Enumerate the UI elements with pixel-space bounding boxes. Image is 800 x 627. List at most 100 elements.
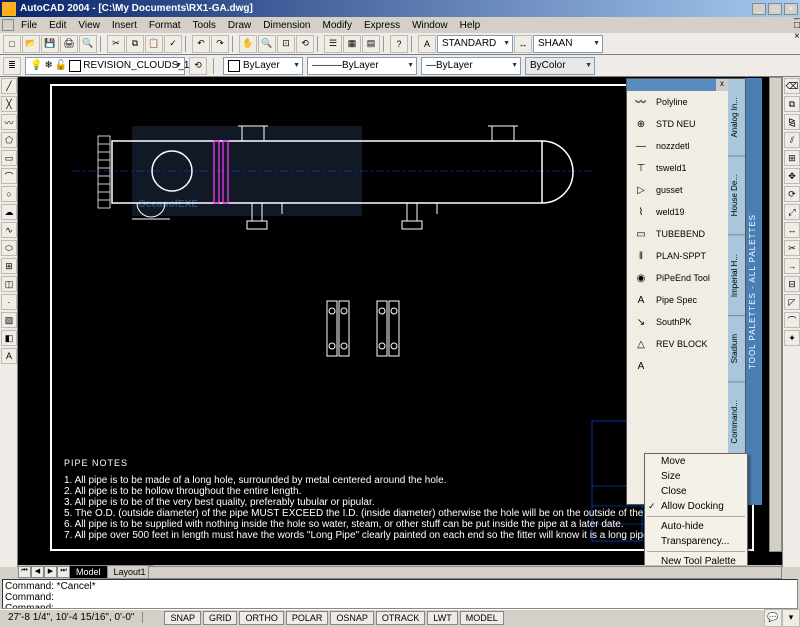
zoom-prev-icon[interactable]: ⟲	[296, 35, 314, 53]
context-menu-item[interactable]: Close	[645, 484, 747, 499]
polygon-icon[interactable]: ⬠	[1, 132, 17, 148]
palette-item[interactable]: 〰️Polyline	[627, 91, 728, 113]
mirror-icon[interactable]: ⧎	[784, 114, 800, 130]
context-menu-item[interactable]: Transparency...	[645, 534, 747, 549]
break-icon[interactable]: ⊟	[784, 276, 800, 292]
palette-item[interactable]: A	[627, 355, 728, 377]
model-tab[interactable]: Model	[69, 565, 108, 579]
props-icon[interactable]: ☰	[324, 35, 342, 53]
minimize-button[interactable]: _	[752, 3, 766, 15]
palette-item[interactable]: ◉PiPeEnd Tool	[627, 267, 728, 289]
erase-icon[interactable]: ⌫	[784, 78, 800, 94]
palette-item[interactable]: ⊤tsweld1	[627, 157, 728, 179]
save-icon[interactable]: 💾	[41, 35, 59, 53]
doc-icon[interactable]	[2, 19, 14, 31]
drawing-area[interactable]: OceanofEXE	[18, 77, 782, 565]
status-toggle-osnap[interactable]: OSNAP	[330, 611, 374, 625]
palette-tab[interactable]: Analog In...	[728, 79, 745, 156]
copy-icon[interactable]: ⧉	[126, 35, 144, 53]
explode-icon[interactable]: ✦	[784, 330, 800, 346]
maximize-button[interactable]: □	[768, 3, 782, 15]
insert-icon[interactable]: ⊞	[1, 258, 17, 274]
context-menu-item[interactable]: Auto-hide	[645, 519, 747, 534]
lineweight-select[interactable]: — ByLayer	[421, 57, 521, 75]
revcloud-icon[interactable]: ☁	[1, 204, 17, 220]
text-icon[interactable]: A	[1, 348, 17, 364]
plotstyle-select[interactable]: ByColor	[525, 57, 595, 75]
xline-icon[interactable]: ╳	[1, 96, 17, 112]
context-menu-item[interactable]: Allow Docking	[645, 499, 747, 514]
horizontal-scrollbar[interactable]	[148, 566, 782, 579]
region-icon[interactable]: ◧	[1, 330, 17, 346]
palette-item[interactable]: △REV BLOCK	[627, 333, 728, 355]
trim-icon[interactable]: ✂	[784, 240, 800, 256]
comm-icon[interactable]: 💬	[764, 609, 782, 627]
paste-icon[interactable]: 📋	[145, 35, 163, 53]
menu-format[interactable]: Format	[144, 19, 186, 32]
palette-tab[interactable]: Imperial H...	[728, 236, 745, 316]
pan-icon[interactable]: ✋	[239, 35, 257, 53]
doc-minimize-button[interactable]: _	[794, 9, 800, 20]
rotate-icon[interactable]: ⟳	[784, 186, 800, 202]
status-toggle-otrack[interactable]: OTRACK	[376, 611, 426, 625]
palette-tab[interactable]: Command...	[728, 382, 745, 463]
palette-item[interactable]: ‖PLAN-SPPT	[627, 245, 728, 267]
doc-maximize-button[interactable]: □	[794, 20, 800, 31]
palette-item[interactable]: —nozzdetl	[627, 135, 728, 157]
vertical-scrollbar[interactable]	[769, 77, 782, 552]
layer-prev-icon[interactable]: ⟲	[189, 57, 207, 75]
array-icon[interactable]: ⊞	[784, 150, 800, 166]
status-toggle-snap[interactable]: SNAP	[164, 611, 201, 625]
rect-icon[interactable]: ▭	[1, 150, 17, 166]
status-toggle-polar[interactable]: POLAR	[286, 611, 329, 625]
undo-icon[interactable]: ↶	[192, 35, 210, 53]
dimstyle-icon[interactable]: ↔	[514, 35, 532, 53]
arc-icon[interactable]: ⌒	[1, 168, 17, 184]
new-icon[interactable]: □	[3, 35, 21, 53]
block-icon[interactable]: ◫	[1, 276, 17, 292]
offset-icon[interactable]: ⫽	[784, 132, 800, 148]
context-menu-item[interactable]: Size	[645, 469, 747, 484]
menu-window[interactable]: Window	[407, 19, 453, 32]
textstyle-a-icon[interactable]: A	[418, 35, 436, 53]
toolpal-icon[interactable]: ▤	[362, 35, 380, 53]
status-toggle-grid[interactable]: GRID	[203, 611, 238, 625]
menu-modify[interactable]: Modify	[318, 19, 357, 32]
circle-icon[interactable]: ○	[1, 186, 17, 202]
menu-express[interactable]: Express	[359, 19, 405, 32]
layer-select[interactable]: 💡 ❄ 🔓 REVISION_CLOUDS_1	[25, 57, 185, 75]
menu-edit[interactable]: Edit	[44, 19, 71, 32]
status-toggle-lwt[interactable]: LWT	[427, 611, 457, 625]
stretch-icon[interactable]: ↔	[784, 222, 800, 238]
fillet-icon[interactable]: ⌒	[784, 312, 800, 328]
context-menu-item[interactable]: Move	[645, 454, 747, 469]
linetype-select[interactable]: ——— ByLayer	[307, 57, 417, 75]
context-menu-item[interactable]: New Tool Palette	[645, 554, 747, 565]
doc-close-button[interactable]: ×	[794, 31, 800, 42]
redo-icon[interactable]: ↷	[211, 35, 229, 53]
textstyle-select[interactable]: STANDARD	[437, 35, 513, 53]
chamfer-icon[interactable]: ◸	[784, 294, 800, 310]
extend-icon[interactable]: →	[784, 258, 800, 274]
help-icon[interactable]: ?	[390, 35, 408, 53]
tray-icon[interactable]: ▾	[782, 609, 800, 627]
menu-draw[interactable]: Draw	[223, 19, 256, 32]
dcenter-icon[interactable]: ▦	[343, 35, 361, 53]
preview-icon[interactable]: 🔍	[79, 35, 97, 53]
tool-palettes-panel[interactable]: x 〰️Polyline⊕STD NEU—nozzdetl⊤tsweld1▷gu…	[626, 78, 746, 505]
palette-item[interactable]: ▷gusset	[627, 179, 728, 201]
move-icon[interactable]: ✥	[784, 168, 800, 184]
tab-prev-icon[interactable]: ◀	[31, 566, 44, 578]
print-icon[interactable]: 🖨	[60, 35, 78, 53]
ellipse-icon[interactable]: ⬭	[1, 240, 17, 256]
copy-obj-icon[interactable]: ⧉	[784, 96, 800, 112]
palette-tab[interactable]: Stadium	[728, 316, 745, 382]
zoom-icon[interactable]: 🔍	[258, 35, 276, 53]
menu-file[interactable]: File	[16, 19, 42, 32]
menu-view[interactable]: View	[73, 19, 105, 32]
menu-help[interactable]: Help	[455, 19, 486, 32]
palette-item[interactable]: APipe Spec	[627, 289, 728, 311]
palette-tab[interactable]: House De...	[728, 156, 745, 235]
palette-item[interactable]: ↘SouthPK	[627, 311, 728, 333]
tab-first-icon[interactable]: ⏮	[18, 566, 31, 578]
